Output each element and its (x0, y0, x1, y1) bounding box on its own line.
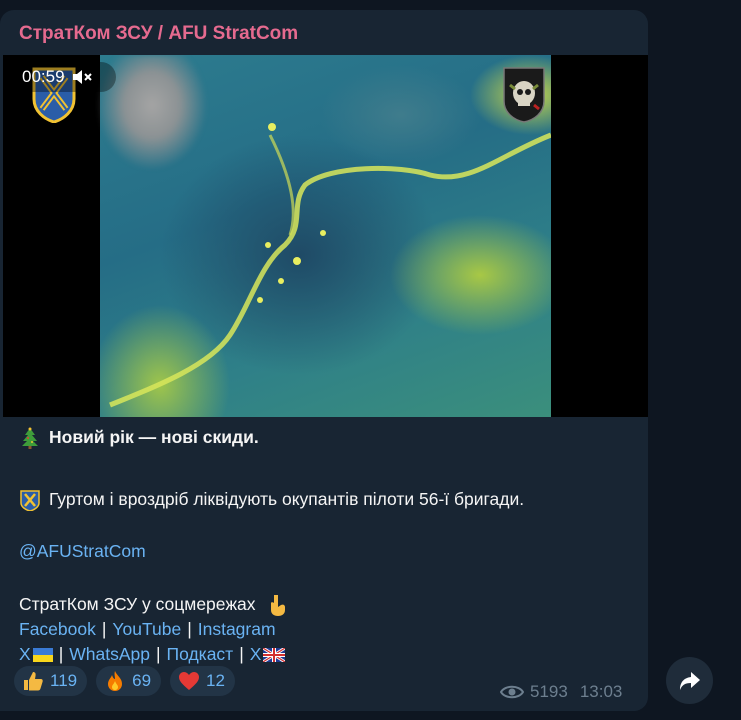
post-headline: Новий рік — нові скиди. (49, 427, 259, 447)
reaction-count: 69 (132, 671, 152, 690)
social-intro: СтратКом ЗСУ у соцмережах (19, 594, 256, 614)
christmas-tree-icon (22, 427, 38, 449)
whatsapp-link[interactable]: WhatsApp (69, 642, 150, 667)
fire-icon (108, 671, 123, 691)
separator: | (101, 619, 107, 639)
muted-speaker-icon[interactable] (71, 67, 93, 87)
reaction-count: 119 (50, 671, 78, 690)
pointing-down-icon (270, 594, 285, 616)
video-timer-pill[interactable]: 00:59 (13, 62, 116, 92)
instagram-link[interactable]: Instagram (198, 617, 276, 642)
headline-line: Новий рік — нові скиди. (19, 425, 259, 450)
separator: | (239, 644, 244, 664)
video-timer: 00:59 (22, 67, 65, 86)
eye-icon (500, 685, 524, 699)
share-button[interactable] (666, 657, 713, 704)
x-uk-link[interactable]: X (250, 642, 262, 667)
uk-flag-icon (263, 647, 286, 662)
facebook-link[interactable]: Facebook (19, 617, 96, 642)
ukraine-flag-icon (32, 647, 53, 662)
social-intro-line: СтратКом ЗСУ у соцмережах (19, 592, 288, 617)
reactions-bar: 119 69 12 (14, 666, 235, 696)
x-ua-link[interactable]: X (19, 642, 31, 667)
separator: | (187, 619, 192, 639)
social-links-row-2: X | WhatsApp | Подкаст | X (19, 642, 286, 667)
body-line: Гуртом і вроздріб ліквідують окупантів п… (19, 487, 524, 512)
message-time: 13:03 (579, 682, 623, 701)
podcast-link[interactable]: Подкаст (167, 642, 234, 667)
separator: | (58, 644, 64, 664)
message-meta: 5193 13:03 (500, 682, 622, 702)
separator: | (155, 644, 161, 664)
reaction-count: 12 (206, 671, 225, 690)
video-player[interactable]: 00:59 (3, 55, 648, 417)
reaction-thumbs-up[interactable]: 119 (14, 666, 88, 696)
reaction-fire[interactable]: 69 (96, 666, 162, 696)
view-count: 5193 (530, 682, 568, 701)
share-arrow-icon (679, 671, 700, 690)
reaction-heart[interactable]: 12 (170, 666, 235, 696)
post-body: Гуртом і вроздріб ліквідують окупантів п… (49, 489, 525, 509)
channel-name[interactable]: СтратКом ЗСУ / AFU StratCom (19, 23, 298, 45)
social-links-row-1: Facebook | YouTube | Instagram (19, 617, 276, 642)
thumbs-up-icon (24, 672, 43, 691)
skull-emblem-icon (503, 67, 545, 123)
youtube-link[interactable]: YouTube (112, 617, 181, 642)
brigade-shield-icon (20, 489, 40, 511)
channel-handle-link[interactable]: @AFUStratCom (19, 539, 146, 564)
message-bubble: СтратКом ЗСУ / AFU StratCom 00:59 Новий … (0, 10, 648, 711)
heart-icon (179, 672, 200, 690)
